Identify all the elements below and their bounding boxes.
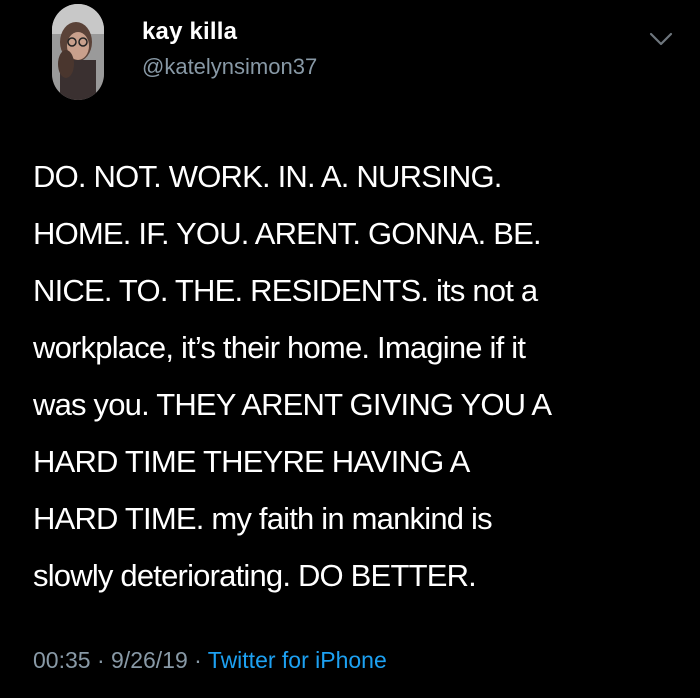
meta-separator: · — [90, 647, 112, 673]
meta-separator: · — [187, 647, 208, 673]
display-name[interactable]: kay killa — [142, 18, 237, 46]
chevron-down-icon[interactable] — [648, 30, 674, 48]
tweet-source-link[interactable]: Twitter for iPhone — [208, 647, 387, 673]
user-handle[interactable]: @katelynsimon37 — [142, 54, 317, 80]
tweet-time: 00:35 — [33, 647, 91, 673]
avatar[interactable] — [52, 4, 104, 100]
tweet-text: DO. NOT. WORK. IN. A. NURSING. HOME. IF.… — [33, 159, 552, 593]
tweet-card: kay killa @katelynsimon37 DO. NOT. WORK.… — [0, 0, 700, 698]
tweet-meta: 00:35 · 9/26/19 · Twitter for iPhone — [33, 647, 387, 674]
tweet-date[interactable]: 9/26/19 — [111, 647, 188, 673]
avatar-photo — [52, 4, 104, 100]
